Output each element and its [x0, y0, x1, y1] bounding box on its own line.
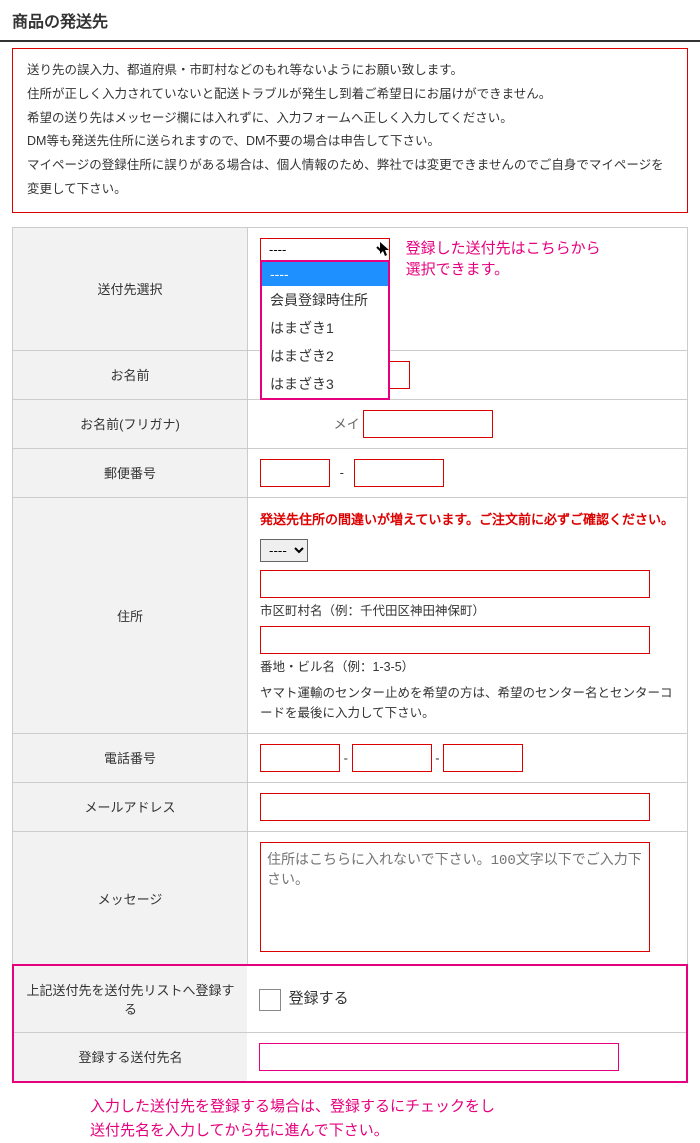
register-name-input[interactable]	[259, 1043, 619, 1071]
city-input[interactable]	[260, 570, 650, 598]
label-email: メールアドレス	[13, 782, 248, 831]
prefecture-select[interactable]: ----	[260, 539, 308, 562]
notice-line: DM等も発送先住所に送られますので、DM不要の場合は申告して下さい。	[27, 130, 673, 154]
notice-line: 住所が正しく入力されていないと配送トラブルが発生し到着ご希望日にお届けができませ…	[27, 83, 673, 107]
dest-dropdown[interactable]: ---- 会員登録時住所 はまざき1 はまざき2 はまざき3	[260, 260, 390, 400]
block-help: 番地・ビル名（例：1-3-5）	[260, 656, 675, 679]
register-section: 上記送付先を送付先リストへ登録する 登録する 登録する送付先名	[12, 966, 688, 1083]
register-checkbox-label: 登録する	[289, 990, 349, 1007]
page-title: 商品の発送先	[0, 0, 700, 42]
label-register-to-list: 上記送付先を送付先リストへ登録する	[14, 966, 247, 1033]
dest-callout: 登録した送付先はこちらから 選択できます。	[406, 238, 601, 280]
city-help: 市区町村名（例：千代田区神田神保町）	[260, 600, 675, 623]
phone1-input[interactable]	[260, 744, 340, 772]
label-name-kana: お名前(フリガナ)	[13, 399, 248, 448]
label-message: メッセージ	[13, 831, 248, 965]
phone-dash: -	[344, 750, 348, 765]
notice-line: マイページの登録住所に誤りがある場合は、個人情報のため、弊社では変更できませんの…	[27, 154, 673, 202]
dest-select[interactable]: ----	[260, 238, 390, 261]
notice-box: 送り先の誤入力、都道府県・市町村などのもれ等ないようにお願い致します。 住所が正…	[12, 48, 688, 213]
label-register-name: 登録する送付先名	[14, 1032, 247, 1081]
message-textarea[interactable]	[260, 842, 650, 952]
bottom-callout: 入力した送付先を登録する場合は、登録するにチェックをし 送付先名を入力してから先…	[90, 1095, 688, 1143]
label-dest-select: 送付先選択	[13, 227, 248, 350]
phone3-input[interactable]	[443, 744, 523, 772]
name-mei-kana-input[interactable]	[363, 410, 493, 438]
zip1-input[interactable]	[260, 459, 330, 487]
email-input[interactable]	[260, 793, 650, 821]
label-name: お名前	[13, 350, 248, 399]
phone-dash: -	[435, 750, 439, 765]
shipping-form-table: 送付先選択 ---- ---- 会員登録時住所 はまざき1 はまざき2 はまざき…	[12, 227, 688, 966]
notice-line: 送り先の誤入力、都道府県・市町村などのもれ等ないようにお願い致します。	[27, 59, 673, 83]
notice-line: 希望の送り先はメッセージ欄には入れずに、入力フォームへ正しく入力してください。	[27, 107, 673, 131]
address-help: ヤマト運輸のセンター止めを希望の方は、希望のセンター名とセンターコードを最後に入…	[260, 683, 675, 723]
label-address: 住所	[13, 497, 248, 733]
block-input[interactable]	[260, 626, 650, 654]
dropdown-option-h2[interactable]: はまざき2	[262, 342, 388, 370]
phone2-input[interactable]	[352, 744, 432, 772]
register-checkbox[interactable]	[259, 989, 281, 1011]
zip-dash: -	[340, 465, 344, 480]
dropdown-option-h3[interactable]: はまざき3	[262, 370, 388, 398]
label-zip: 郵便番号	[13, 448, 248, 497]
address-warning: 発送先住所の間違いが増えています。ご注文前に必ずご確認ください。	[260, 508, 675, 531]
dropdown-option-member[interactable]: 会員登録時住所	[262, 286, 388, 314]
dropdown-option-blank[interactable]: ----	[262, 262, 388, 286]
zip2-input[interactable]	[354, 459, 444, 487]
label-phone: 電話番号	[13, 733, 248, 782]
kana-mei-label: メイ	[334, 416, 360, 431]
dropdown-option-h1[interactable]: はまざき1	[262, 314, 388, 342]
